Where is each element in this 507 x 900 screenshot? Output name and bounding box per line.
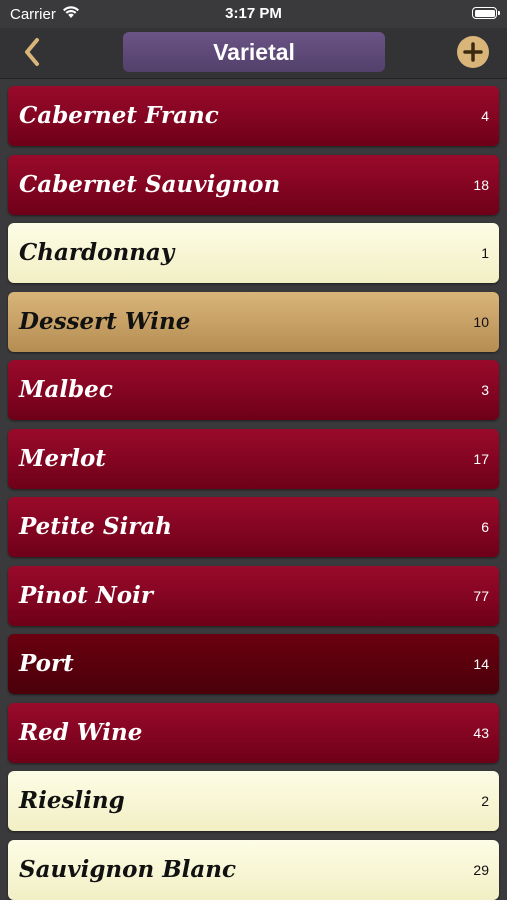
varietal-count: 18 (473, 176, 489, 193)
varietal-name: Merlot (19, 444, 106, 472)
varietal-name: Red Wine (19, 718, 143, 746)
page-title: Varietal (123, 32, 385, 72)
varietal-row[interactable]: Port 14 (8, 634, 499, 694)
varietal-row[interactable]: Dessert Wine 10 (8, 291, 499, 352)
status-time: 3:17 PM (225, 5, 282, 22)
varietal-name: Dessert Wine (19, 307, 191, 335)
varietal-row[interactable]: Chardonnay 1 (8, 223, 499, 283)
varietal-name: Cabernet Sauvignon (19, 170, 281, 198)
varietal-count: 4 (481, 108, 489, 124)
add-varietal-button[interactable] (457, 36, 489, 68)
varietal-row[interactable]: Malbec 3 (8, 360, 499, 420)
varietal-name: Chardonnay (19, 239, 175, 266)
varietal-count: 6 (481, 519, 489, 535)
varietal-name: Port (19, 650, 74, 677)
varietal-row[interactable]: Petite Sirah 6 (8, 497, 499, 557)
varietal-name: Cabernet Franc (19, 102, 219, 129)
varietal-row[interactable]: Red Wine 43 (8, 702, 499, 763)
varietal-count: 1 (481, 245, 489, 261)
varietal-name: Riesling (19, 787, 125, 814)
varietal-name: Malbec (19, 376, 113, 403)
varietal-row[interactable]: Merlot 17 (8, 428, 499, 489)
varietal-row[interactable]: Sauvignon Blanc 29 (8, 839, 499, 900)
varietal-count: 14 (473, 656, 489, 672)
varietal-count: 2 (481, 793, 489, 809)
varietal-name: Sauvignon Blanc (19, 855, 237, 883)
battery-icon (472, 7, 500, 19)
varietal-name: Pinot Noir (19, 581, 153, 609)
chevron-left-icon (25, 38, 39, 66)
varietal-count: 10 (473, 313, 489, 330)
varietal-count: 29 (473, 861, 489, 878)
varietal-row[interactable]: Cabernet Sauvignon 18 (8, 154, 499, 215)
back-button[interactable] (18, 36, 48, 68)
plus-circle-icon (457, 36, 489, 68)
navigation-bar: Varietal (0, 28, 507, 79)
varietal-row[interactable]: Cabernet Franc 4 (8, 86, 499, 146)
varietal-count: 77 (473, 587, 489, 604)
varietal-row[interactable]: Riesling 2 (8, 771, 499, 831)
status-bar: Carrier 3:17 PM (0, 0, 507, 28)
varietal-name: Petite Sirah (19, 513, 173, 540)
varietal-count: 3 (481, 382, 489, 398)
varietal-count: 17 (473, 450, 489, 467)
varietal-count: 43 (473, 724, 489, 741)
varietal-row[interactable]: Pinot Noir 77 (8, 565, 499, 626)
